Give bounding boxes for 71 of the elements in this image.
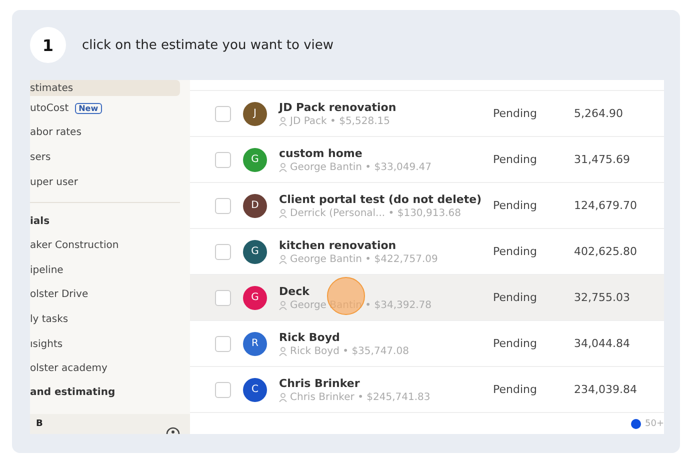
client-and-amount: Rick Boyd • $35,747.08 [290, 346, 409, 356]
total-amount: 124,679.70 [574, 199, 637, 212]
total-amount: 234,039.84 [574, 383, 637, 396]
status-text: Pending [493, 199, 538, 212]
person-icon [279, 300, 287, 310]
step-instruction: click on the estimate you want to view [82, 38, 334, 52]
avatar: J [243, 102, 267, 126]
estimate-title: JD Pack renovation [279, 100, 398, 114]
total-amount: 32,755.03 [574, 291, 630, 304]
person-icon [279, 162, 287, 172]
status-text: Pending [493, 383, 538, 396]
avatar: R [243, 332, 267, 356]
sidebar-item[interactable]: uper user [30, 170, 180, 194]
person-icon [279, 116, 287, 126]
person-icon [279, 254, 287, 264]
sidebar-item[interactable]: ly tasks [30, 307, 180, 332]
estimate-row[interactable]: D Client portal test (do not delete) Derrick (Personal... • $130,913.68 Pending 124,679.70 [190, 183, 664, 229]
client-and-amount: Chris Brinker • $245,741.83 [290, 392, 430, 402]
estimate-title: Chris Brinker [279, 376, 361, 390]
count-label: 50+ [645, 418, 664, 428]
chat-dot[interactable] [631, 418, 641, 428]
checkbox[interactable] [215, 382, 231, 398]
estimate-row[interactable]: R Rick Boyd Rick Boyd • $35,747.08 Pending 34,044.84 [190, 321, 664, 367]
person-icon [279, 346, 287, 356]
total-amount: 402,625.80 [574, 245, 637, 258]
avatar: G [243, 240, 267, 264]
client-and-amount: George Bantin • $33,049.47 [290, 162, 432, 172]
avatar: G [243, 148, 267, 172]
avatar: C [243, 378, 267, 402]
status-text: Pending [493, 337, 538, 350]
account-initial: B [36, 419, 43, 429]
estimate-row[interactable]: J JD Pack renovation JD Pack • $5,528.15 Pending 5,264.90 [190, 91, 664, 137]
status-text: Pending [493, 107, 538, 120]
client-and-amount: JD Pack • $5,528.15 [290, 116, 390, 126]
estimate-title: Client portal test (do not delete) [279, 192, 483, 206]
sidebar-item[interactable]: abor rates [30, 120, 180, 146]
person-icon [279, 208, 287, 218]
estimate-title: Rick Boyd [279, 330, 341, 344]
estimate-title: Deck [279, 284, 310, 298]
sidebar-item[interactable]: stimates [30, 80, 180, 96]
status-text: Pending [493, 245, 538, 258]
avatar: G [243, 286, 267, 310]
sidebar-item[interactable]: ısights [30, 332, 180, 356]
sidebar-item[interactable]: sers [30, 145, 180, 170]
sidebar-item[interactable]: olster Drive [30, 282, 180, 308]
checkbox[interactable] [215, 198, 231, 214]
sidebar-item[interactable]: aker Construction [30, 233, 180, 258]
person-icon [279, 392, 287, 402]
section-heading: and estimating [30, 386, 116, 400]
checkbox[interactable] [215, 152, 231, 168]
sidebar-item[interactable]: ipeline [30, 258, 180, 283]
client-and-amount: George Bantin • $422,757.09 [290, 254, 438, 264]
estimate-title: custom home [279, 146, 364, 160]
checkbox[interactable] [215, 290, 231, 306]
checkbox[interactable] [215, 336, 231, 352]
total-amount: 34,044.84 [574, 337, 630, 350]
total-amount: 5,264.90 [574, 107, 623, 120]
step-number: 1 [30, 27, 66, 63]
new-badge: New [74, 102, 102, 114]
sidebar-item[interactable]: olster academy [30, 356, 180, 381]
estimate-row[interactable]: G custom home George Bantin • $33,049.47 Pending 31,475.69 [190, 137, 664, 183]
section-heading: ials [30, 214, 51, 229]
sidebar-item[interactable]: utoCost New [30, 96, 180, 121]
checkbox[interactable] [215, 106, 231, 122]
status-text: Pending [493, 153, 538, 166]
total-amount: 31,475.69 [574, 153, 630, 166]
estimate-title: kitchen renovation [279, 238, 398, 252]
status-text: Pending [493, 291, 538, 304]
checkbox[interactable] [215, 244, 231, 260]
avatar: D [243, 194, 267, 218]
client-and-amount: Derrick (Personal... • $130,913.68 [290, 208, 461, 218]
